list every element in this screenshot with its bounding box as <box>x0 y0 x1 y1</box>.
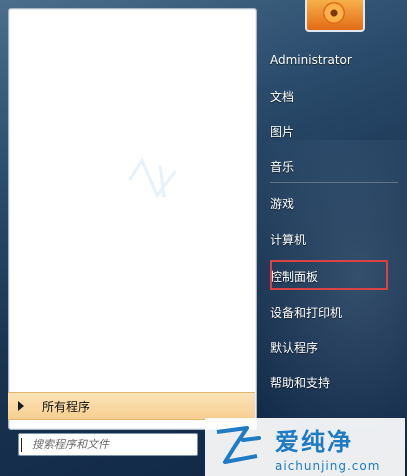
menu-item-devices-printers[interactable]: 设备和打印机 <box>270 304 342 321</box>
start-menu: 所有程序 Administrator 文档 图片 音乐 游戏 计算机 控制面板 … <box>0 0 407 476</box>
watermark-box: 爱纯净 aichunjing.com <box>205 418 405 476</box>
highlight-box <box>270 260 388 290</box>
menu-item-music[interactable]: 音乐 <box>270 158 294 175</box>
watermark-text-group: 爱纯净 aichunjing.com <box>275 422 380 473</box>
arrow-right-icon <box>18 401 24 411</box>
right-pane: Administrator 文档 图片 音乐 游戏 计算机 控制面板 设备和打印… <box>262 0 407 420</box>
menu-item-computer[interactable]: 计算机 <box>270 231 306 248</box>
menu-item-help-support[interactable]: 帮助和支持 <box>270 374 330 391</box>
menu-item-default-programs[interactable]: 默认程序 <box>270 339 318 356</box>
watermark-url: aichunjing.com <box>275 458 381 473</box>
user-name-link[interactable]: Administrator <box>270 53 352 67</box>
text-caret <box>21 437 22 452</box>
all-programs-button[interactable]: 所有程序 <box>8 392 255 420</box>
menu-item-games[interactable]: 游戏 <box>270 195 294 212</box>
watermark-logo-icon <box>216 426 261 464</box>
search-box[interactable] <box>18 433 198 456</box>
search-input[interactable] <box>30 437 194 452</box>
watermark-title: 爱纯净 <box>275 427 353 456</box>
all-programs-label: 所有程序 <box>42 399 91 414</box>
menu-separator <box>270 182 398 183</box>
menu-item-pictures[interactable]: 图片 <box>270 123 294 140</box>
programs-pane <box>8 8 257 430</box>
